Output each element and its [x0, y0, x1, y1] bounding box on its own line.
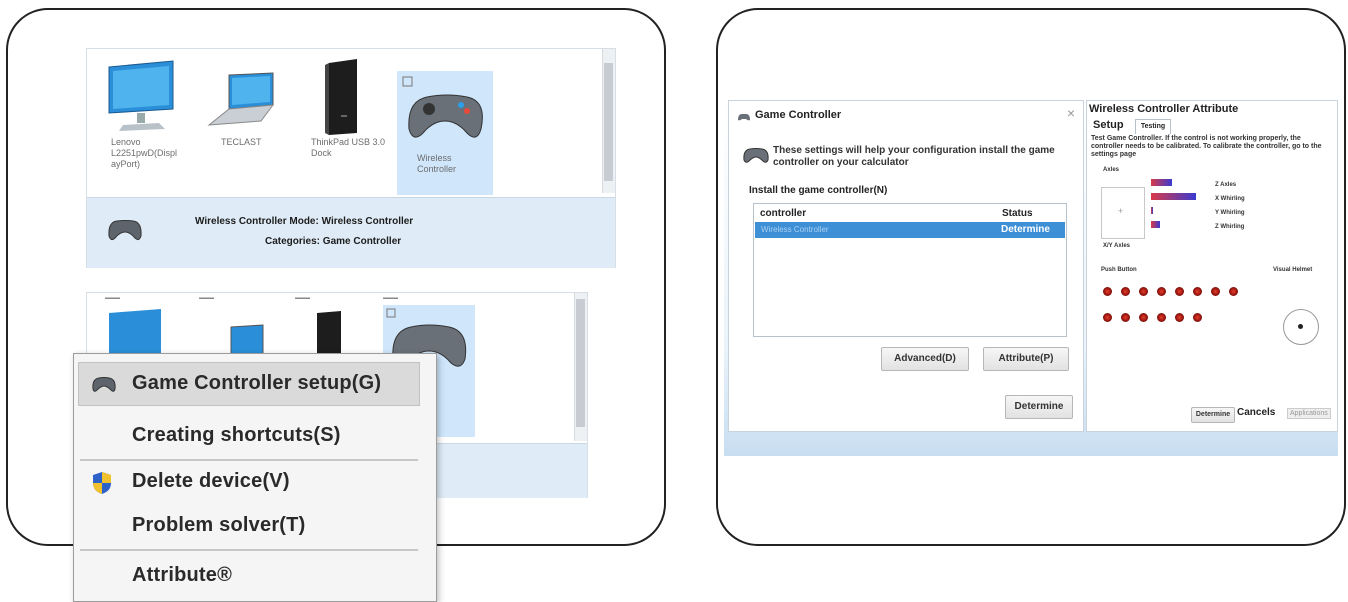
menu-separator	[80, 549, 418, 551]
menu-item-attribute[interactable]: Attribute®	[132, 564, 232, 587]
device-tile-dock[interactable]: ThinkPad USB 3.0 Dock	[299, 55, 387, 159]
device-label: TECLAST	[221, 137, 262, 147]
device-label: Lenovo L2251pwD(Displ ayPort)	[111, 137, 178, 169]
crosshair-icon: +	[1118, 206, 1124, 216]
device-context-menu: Game Controller setup(G) Creating shortc…	[73, 353, 437, 602]
helmet-position-dot	[1298, 324, 1303, 329]
tiny-caption: ▬▬▬	[199, 295, 214, 301]
push-button-indicator	[1157, 287, 1166, 296]
tiny-caption: ▬▬▬	[383, 295, 398, 301]
axis-level-bar	[1151, 179, 1172, 186]
menu-item-delete-device[interactable]: Delete device(V)	[132, 470, 290, 493]
axis-name-label: Z Whirling	[1215, 224, 1245, 230]
close-icon[interactable]: ×	[1067, 105, 1075, 121]
devices-box-top: Lenovo L2251pwD(Displ ayPort) TECLAST Th…	[86, 48, 616, 268]
attribute-button[interactable]: Attribute(P)	[983, 347, 1069, 371]
game-controller-dialog: Game Controller × These settings will he…	[728, 100, 1084, 432]
device-tile-laptop[interactable]: TECLAST	[199, 55, 287, 148]
scrollbar-top[interactable]	[602, 49, 615, 193]
tiny-caption: ▬▬▬	[295, 295, 310, 301]
axis-name-label: Z Axles	[1215, 182, 1237, 188]
attribute-window: Wireless Controller Attribute Setup Test…	[1086, 100, 1338, 432]
scrollbar-thumb[interactable]	[576, 299, 585, 427]
xy-axes-box: +	[1101, 187, 1145, 239]
applications-button[interactable]: Applications	[1287, 408, 1331, 419]
gamepad-icon	[397, 71, 493, 153]
axis-bars-chart: Z Axles X Whirling Y Whirling Z Whirling	[1151, 179, 1245, 230]
dock-icon	[299, 55, 387, 137]
scrollbar-thumb[interactable]	[604, 63, 613, 181]
device-label: Wireless Controller	[417, 153, 457, 174]
axis-level-bar	[1151, 207, 1153, 214]
menu-separator	[80, 459, 418, 461]
tiny-caption: ▬▬▬	[105, 295, 120, 301]
row-status: Determine	[1001, 224, 1050, 235]
controller-list[interactable]: controller Status Wireless Controller De…	[753, 203, 1067, 337]
push-button-indicator	[1211, 287, 1220, 296]
menu-item-creating-shortcuts[interactable]: Creating shortcuts(S)	[132, 424, 341, 447]
axis-level-bar	[1151, 221, 1160, 228]
push-button-indicator	[1139, 313, 1148, 322]
push-button-indicator	[1121, 313, 1130, 322]
axes-label: Axles	[1103, 167, 1120, 173]
shield-icon	[92, 471, 112, 500]
column-header-controller[interactable]: controller	[760, 208, 806, 219]
device-detail-bar: Wireless Controller Mode: Wireless Contr…	[87, 197, 615, 268]
attribute-determine-button[interactable]: Determine	[1191, 407, 1235, 423]
attribute-window-title: Wireless Controller Attribute	[1089, 103, 1239, 115]
cancels-button[interactable]: Cancels	[1237, 407, 1275, 418]
xy-axes-label: X/Y Axles	[1103, 243, 1131, 249]
push-button-indicator	[1175, 313, 1184, 322]
gamepad-icon	[90, 374, 118, 399]
advanced-button[interactable]: Advanced(D)	[881, 347, 969, 371]
device-tile-monitor[interactable]: Lenovo L2251pwD(Displ ayPort)	[99, 55, 187, 170]
axis-level-bar	[1151, 193, 1196, 200]
gamepad-icon	[105, 214, 145, 249]
push-button-indicator	[1193, 313, 1202, 322]
menu-item-problem-solver[interactable]: Problem solver(T)	[132, 514, 305, 537]
push-button-label: Push Button	[1101, 267, 1137, 273]
axis-name-label: X Whirling	[1215, 196, 1245, 202]
right-illustration-panel: Game Controller × These settings will he…	[716, 8, 1346, 546]
detail-category-text: Categories: Game Controller	[265, 236, 402, 247]
laptop-icon	[199, 55, 287, 137]
push-button-indicator	[1103, 287, 1112, 296]
menu-item-game-controller-setup[interactable]: Game Controller setup(G)	[132, 372, 381, 395]
column-header-status[interactable]: Status	[1002, 208, 1033, 219]
push-button-indicator	[1121, 287, 1130, 296]
visual-helmet-dial	[1283, 309, 1319, 345]
list-row-selected[interactable]: Wireless Controller Determine	[755, 222, 1065, 238]
push-button-indicator	[1157, 313, 1166, 322]
attribute-description: Test Game Controller. If the control is …	[1091, 135, 1322, 158]
device-tile-controller[interactable]: Wireless Controller	[397, 71, 493, 195]
push-button-indicator	[1193, 287, 1202, 296]
gamepad-icon	[741, 145, 771, 170]
dialog-title: Game Controller	[755, 109, 842, 121]
gamepad-icon	[737, 109, 751, 127]
visual-helmet-label: Visual Helmet	[1273, 267, 1313, 273]
monitor-icon	[99, 55, 187, 137]
dialog-intro-text: These settings will help your configurat…	[773, 145, 1055, 168]
push-button-indicator	[1103, 313, 1112, 322]
tab-setup[interactable]: Setup	[1093, 119, 1124, 131]
row-controller-name: Wireless Controller	[761, 225, 829, 234]
scrollbar-bottom[interactable]	[574, 293, 587, 441]
push-button-indicator	[1175, 287, 1184, 296]
push-button-indicator	[1139, 287, 1148, 296]
axis-name-label: Y Whirling	[1215, 210, 1245, 216]
determine-button[interactable]: Determine	[1005, 395, 1073, 419]
push-button-indicator	[1229, 287, 1238, 296]
tab-testing[interactable]: Testing	[1135, 119, 1171, 134]
device-label: ThinkPad USB 3.0 Dock	[311, 137, 386, 158]
install-label: Install the game controller(N)	[749, 185, 888, 196]
detail-mode-text: Wireless Controller Mode: Wireless Contr…	[195, 216, 414, 227]
